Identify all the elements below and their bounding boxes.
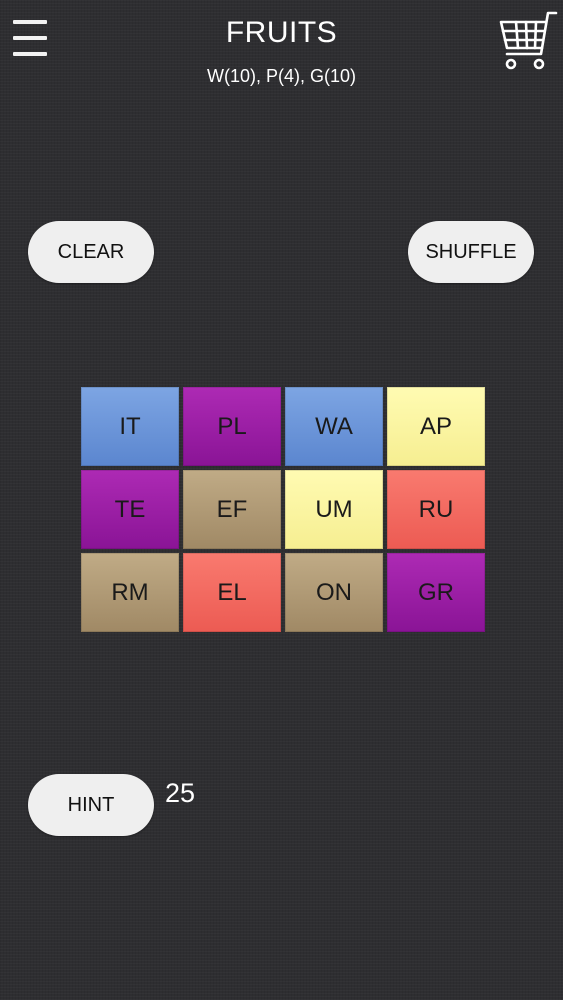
letter-tile[interactable]: PL [183,387,281,466]
shuffle-button[interactable]: SHUFFLE [408,221,534,283]
shopping-cart-icon[interactable] [496,10,558,74]
hint-count: 25 [165,778,196,808]
letter-tile[interactable]: ON [285,553,383,632]
hint-button[interactable]: HINT [28,774,154,836]
word-count-summary: W(10), P(4), G(10) [206,66,357,86]
letter-tile[interactable]: WA [285,387,383,466]
letter-tile-board: IT PL WA AP TE EF UM RU RM EL ON GR [81,387,486,632]
letter-tile[interactable]: TE [81,470,179,549]
puzzle-title: FRUITS [225,16,338,49]
letter-tile[interactable]: EF [183,470,281,549]
letter-tile[interactable]: RM [81,553,179,632]
letter-tile[interactable]: GR [387,553,485,632]
letter-tile[interactable]: IT [81,387,179,466]
letter-tile[interactable]: EL [183,553,281,632]
menu-line [13,52,47,56]
clear-button[interactable]: CLEAR [28,221,154,283]
letter-tile[interactable]: RU [387,470,485,549]
letter-tile[interactable]: AP [387,387,485,466]
letter-tile[interactable]: UM [285,470,383,549]
